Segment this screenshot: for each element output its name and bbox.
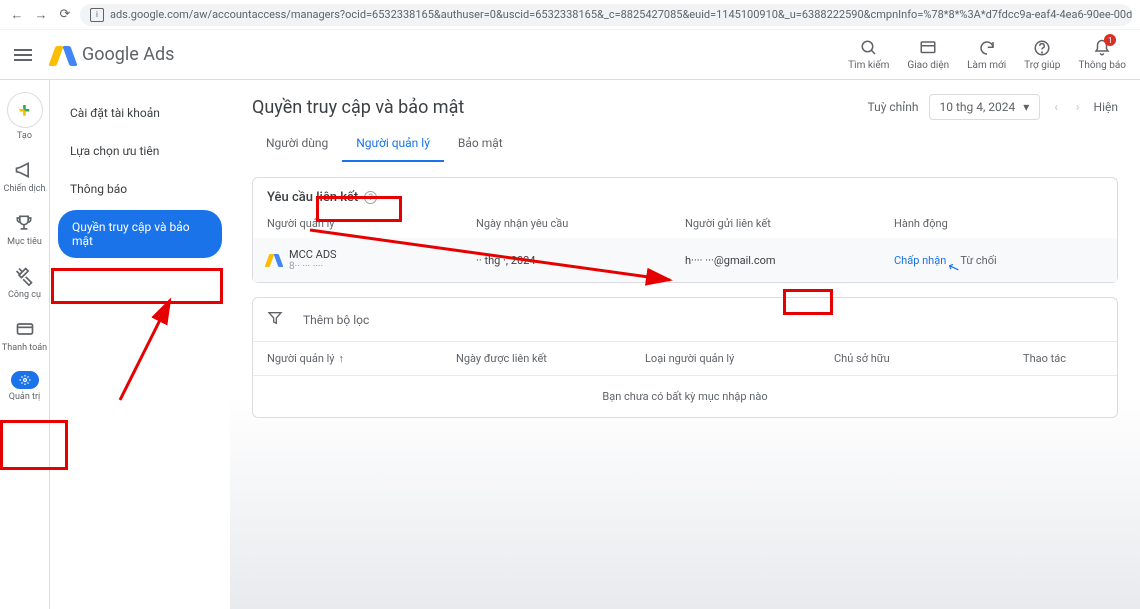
manager-id: 8·· ··· ···· bbox=[289, 261, 337, 272]
card-icon bbox=[14, 318, 36, 340]
manager-name: MCC ADS bbox=[289, 248, 337, 261]
col-manager[interactable]: Người quản lý ↑ bbox=[267, 352, 456, 365]
appearance-icon bbox=[918, 38, 938, 58]
filter-row[interactable]: Thêm bộ lọc bbox=[253, 298, 1117, 342]
link-requests-card: Yêu cầu liên kết ? Người quản lý Ngày nh… bbox=[252, 177, 1118, 283]
rail-admin[interactable]: Quản trị bbox=[9, 371, 40, 402]
browser-refresh-icon[interactable]: ⟳ bbox=[56, 6, 74, 24]
tabs: Người dùng Người quản lý Bảo mật bbox=[252, 126, 1118, 163]
link-requests-header: Người quản lý Ngày nhận yêu cầu Người gử… bbox=[253, 213, 1117, 238]
accept-link[interactable]: Chấp nhận ↖ bbox=[894, 254, 946, 267]
request-sender: h···· ···@gmail.com bbox=[685, 254, 894, 267]
link-request-row: MCC ADS 8·· ··· ···· ·· thg ·, 2024 h···… bbox=[253, 238, 1117, 282]
url-text: ads.google.com/aw/accountaccess/managers… bbox=[110, 8, 1132, 21]
site-info-icon[interactable]: i bbox=[90, 8, 104, 22]
help-button[interactable]: Trợ giúp bbox=[1024, 38, 1060, 71]
sidebar: Cài đặt tài khoản Lựa chọn ưu tiên Thông… bbox=[50, 80, 230, 609]
browser-chrome: ← → ⟳ i ads.google.com/aw/accountaccess/… bbox=[0, 0, 1140, 30]
google-ads-logo-icon bbox=[52, 44, 74, 66]
app-bar: Google Ads Tìm kiếm Giao diện Làm mới Tr… bbox=[0, 30, 1140, 80]
page-title: Quyền truy cập và bảo mật bbox=[252, 97, 464, 118]
col-owner[interactable]: Chủ sở hữu bbox=[834, 352, 1023, 365]
link-requests-title: Yêu cầu liên kết bbox=[267, 190, 358, 205]
rail-create[interactable]: + Tạo bbox=[7, 92, 43, 141]
rail-billing[interactable]: Thanh toán bbox=[2, 318, 47, 353]
search-icon bbox=[859, 38, 879, 58]
refresh-button[interactable]: Làm mới bbox=[967, 38, 1006, 71]
rail-nav: + Tạo Chiến dịch Mục tiêu Công cụ Thanh … bbox=[0, 80, 50, 609]
tab-security[interactable]: Bảo mật bbox=[444, 126, 517, 162]
col-date-linked[interactable]: Ngày được liên kết bbox=[456, 352, 645, 365]
app-title: Google Ads bbox=[82, 44, 174, 65]
col-actions[interactable]: Thao tác bbox=[1023, 352, 1103, 365]
app-logo[interactable]: Google Ads bbox=[52, 44, 174, 66]
main-content: Quyền truy cập và bảo mật Tuỳ chỉnh 10 t… bbox=[230, 80, 1140, 609]
empty-state: Bạn chưa có bất kỳ mục nhập nào bbox=[253, 376, 1117, 417]
filter-label: Thêm bộ lọc bbox=[303, 313, 369, 327]
rail-goals[interactable]: Mục tiêu bbox=[7, 212, 42, 247]
google-ads-logo-icon bbox=[267, 253, 281, 267]
prev-period-icon[interactable]: ‹ bbox=[1050, 100, 1062, 114]
browser-back-icon[interactable]: ← bbox=[8, 6, 26, 24]
appearance-button[interactable]: Giao diện bbox=[907, 38, 949, 71]
reject-link[interactable]: Từ chối bbox=[960, 254, 996, 267]
present-label: Hiện bbox=[1094, 100, 1118, 114]
refresh-icon bbox=[977, 38, 997, 58]
date-range-selector[interactable]: 10 thg 4, 2024 ▾ bbox=[929, 94, 1041, 120]
sort-asc-icon: ↑ bbox=[339, 352, 345, 365]
browser-forward-icon[interactable]: → bbox=[32, 6, 50, 24]
search-button[interactable]: Tìm kiếm bbox=[848, 38, 889, 71]
sidebar-item-access-security[interactable]: Quyền truy cập và bảo mật bbox=[58, 210, 222, 258]
megaphone-icon bbox=[13, 159, 35, 181]
help-icon bbox=[1032, 38, 1052, 58]
trophy-icon bbox=[13, 212, 35, 234]
notification-badge: 1 bbox=[1104, 34, 1116, 46]
help-tooltip-icon[interactable]: ? bbox=[364, 191, 377, 204]
tools-icon bbox=[13, 265, 35, 287]
sidebar-item-account-settings[interactable]: Cài đặt tài khoản bbox=[58, 96, 222, 130]
custom-label: Tuỳ chỉnh bbox=[868, 100, 919, 114]
managers-table-header: Người quản lý ↑ Ngày được liên kết Loại … bbox=[253, 342, 1117, 376]
plus-icon: + bbox=[7, 92, 43, 128]
sidebar-item-preferences[interactable]: Lựa chọn ưu tiên bbox=[58, 134, 222, 168]
notifications-button[interactable]: 1 Thông báo bbox=[1078, 38, 1126, 71]
chevron-down-icon: ▾ bbox=[1023, 100, 1029, 114]
tab-managers[interactable]: Người quản lý bbox=[342, 126, 444, 162]
filter-icon bbox=[267, 310, 283, 329]
bell-icon: 1 bbox=[1092, 38, 1112, 58]
rail-tools[interactable]: Công cụ bbox=[8, 265, 41, 300]
tab-users[interactable]: Người dùng bbox=[252, 126, 342, 162]
sidebar-item-notifications[interactable]: Thông báo bbox=[58, 172, 222, 206]
request-date: ·· thg ·, 2024 bbox=[476, 254, 685, 267]
managers-table-card: Thêm bộ lọc Người quản lý ↑ Ngày được li… bbox=[252, 297, 1118, 418]
hamburger-icon[interactable] bbox=[14, 43, 38, 67]
rail-campaigns[interactable]: Chiến dịch bbox=[4, 159, 46, 194]
next-period-icon[interactable]: › bbox=[1072, 100, 1084, 114]
gear-icon bbox=[11, 371, 39, 389]
col-manager-type[interactable]: Loại người quản lý bbox=[645, 352, 834, 365]
url-bar[interactable]: i ads.google.com/aw/accountaccess/manage… bbox=[80, 4, 1132, 26]
